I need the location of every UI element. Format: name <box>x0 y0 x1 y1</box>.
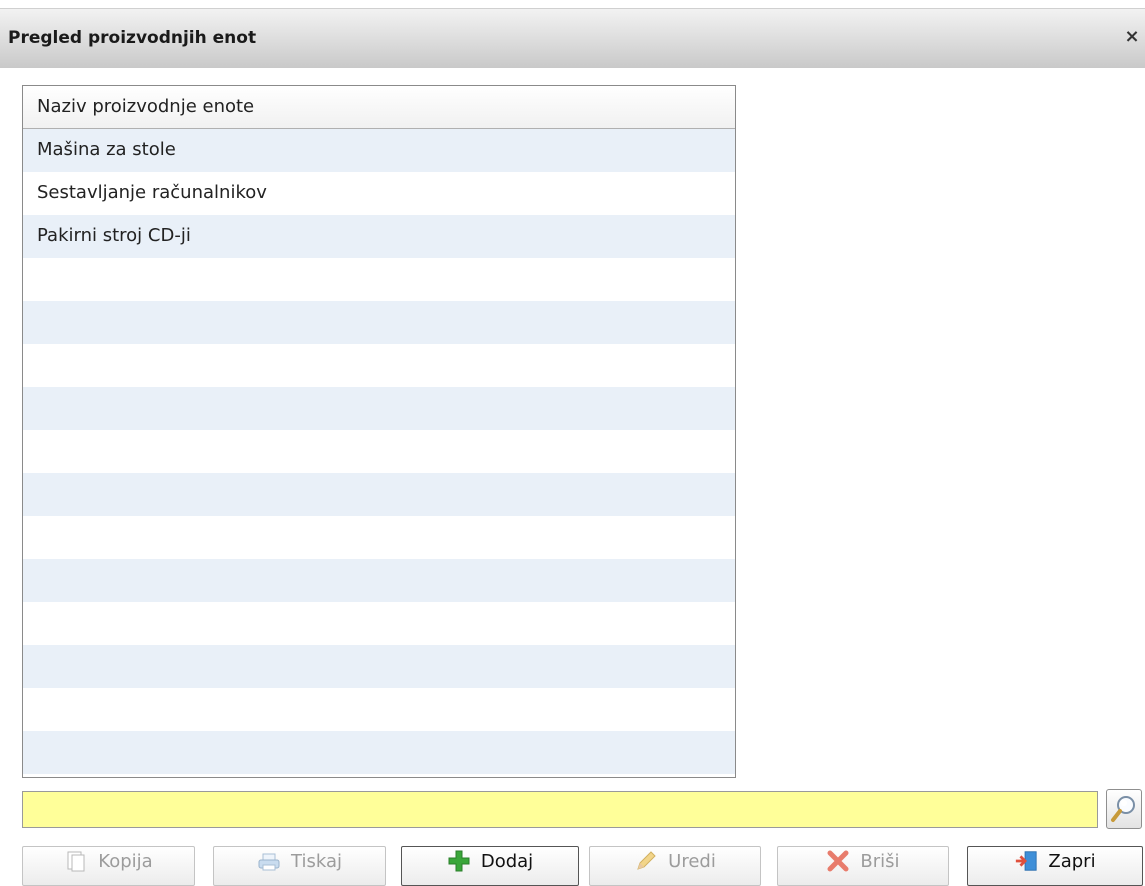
table-row[interactable] <box>23 645 735 688</box>
pencil-icon <box>634 849 658 873</box>
table-row[interactable] <box>23 731 735 774</box>
copy-button-label: Kopija <box>98 850 153 872</box>
magnifier-icon <box>1111 796 1135 822</box>
print-button-label: Tiskaj <box>291 850 342 872</box>
print-button[interactable]: Tiskaj <box>213 846 386 886</box>
table-row[interactable] <box>23 344 735 387</box>
copy-icon <box>64 849 88 873</box>
plus-icon <box>447 849 471 873</box>
printer-icon <box>257 849 281 873</box>
search-button[interactable] <box>1106 789 1142 829</box>
dialog-title: Pregled proizvodnjih enot <box>8 28 257 48</box>
table-row[interactable] <box>23 258 735 301</box>
table-row[interactable] <box>23 430 735 473</box>
add-button[interactable]: Dodaj <box>401 846 579 886</box>
dialog-titlebar[interactable]: Pregled proizvodnjih enot × <box>0 8 1145 68</box>
edit-button-label: Uredi <box>668 850 716 872</box>
table-row[interactable] <box>23 602 735 645</box>
delete-button-label: Briši <box>860 850 900 872</box>
exit-door-icon <box>1014 849 1038 873</box>
add-button-label: Dodaj <box>480 850 534 872</box>
table-row[interactable] <box>23 473 735 516</box>
table-row[interactable] <box>23 559 735 602</box>
table-row[interactable]: Sestavljanje računalnikov <box>23 172 735 215</box>
table-row[interactable]: Mašina za stole <box>23 129 735 172</box>
close-icon[interactable]: × <box>1121 25 1143 49</box>
column-header-name[interactable]: Naziv proizvodnje enote <box>23 86 735 129</box>
table-row[interactable] <box>23 688 735 731</box>
table-row[interactable] <box>23 387 735 430</box>
search-input[interactable] <box>22 791 1098 828</box>
production-units-grid: Naziv proizvodnje enote Mašina za stole S… <box>22 85 736 778</box>
table-row[interactable] <box>23 516 735 559</box>
delete-button[interactable]: Briši <box>777 846 949 886</box>
table-row[interactable] <box>23 301 735 344</box>
copy-button[interactable]: Kopija <box>22 846 195 886</box>
close-button[interactable]: Zapri <box>967 846 1143 886</box>
close-button-label: Zapri <box>1048 850 1096 872</box>
edit-button[interactable]: Uredi <box>589 846 761 886</box>
delete-x-icon <box>826 849 850 873</box>
dialog-window: Pregled proizvodnjih enot × Naziv proizv… <box>0 0 1145 886</box>
grid-body: Mašina za stole Sestavljanje računalnikov… <box>23 129 735 774</box>
table-row[interactable]: Pakirni stroj CD-ji <box>23 215 735 258</box>
